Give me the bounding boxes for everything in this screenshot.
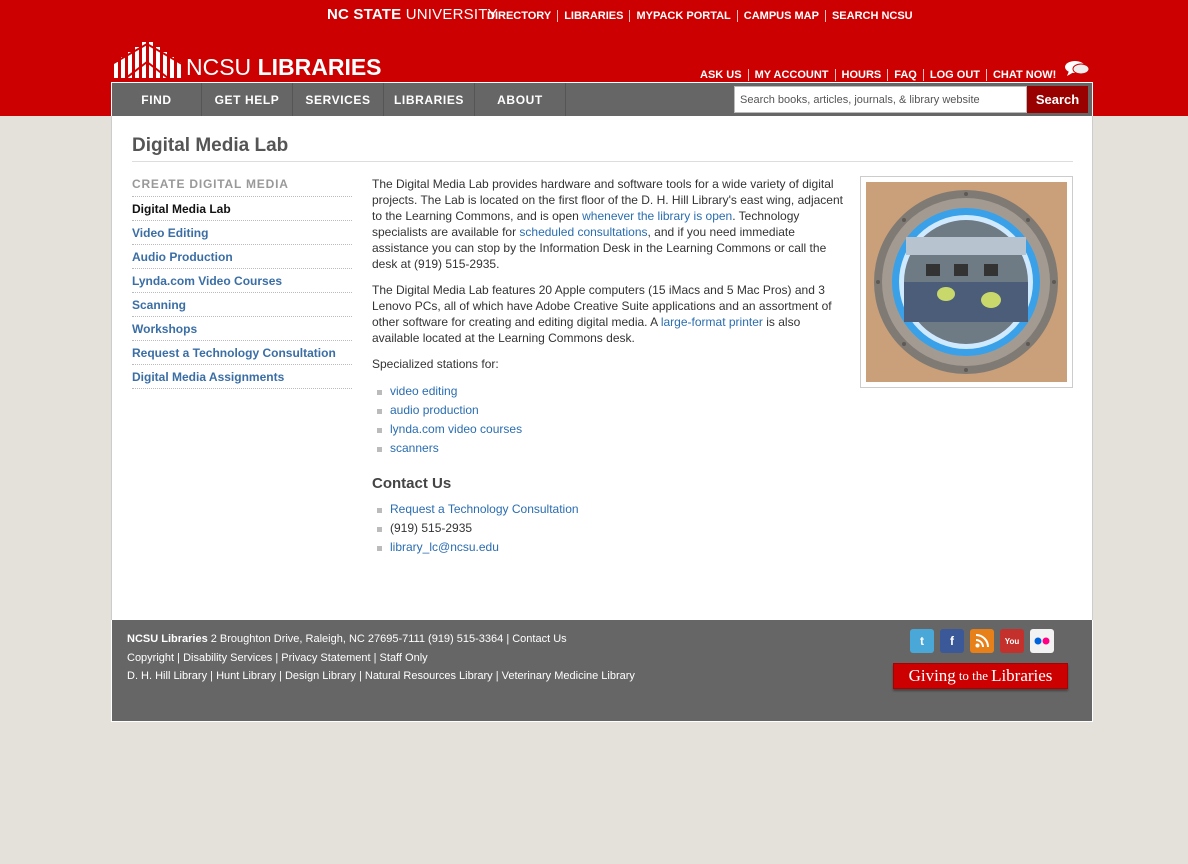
footer-org-name: NCSU Libraries	[127, 633, 208, 645]
stations-intro: Specialized stations for:	[372, 357, 499, 371]
natural-resources-library-link[interactable]: Natural Resources Library	[365, 670, 493, 682]
site-search: Search	[734, 86, 1088, 113]
log-out-link[interactable]: LOG OUT	[922, 69, 986, 81]
sidebar-item-scanning[interactable]: Scanning	[132, 293, 352, 317]
list-item: library_lc@ncsu.edu	[372, 538, 847, 557]
contact-heading: Contact Us	[372, 475, 452, 492]
list-item: (919) 515-2935	[372, 519, 847, 538]
contact-email-link[interactable]: library_lc@ncsu.edu	[390, 540, 499, 554]
footer-address: NCSU Libraries 2 Broughton Drive, Raleig…	[127, 633, 567, 645]
search-input[interactable]	[734, 86, 1027, 113]
chat-bubble-icon[interactable]	[1064, 60, 1090, 78]
sidebar-item-audio-production[interactable]: Audio Production	[132, 245, 352, 269]
libraries-link[interactable]: LIBRARIES	[557, 10, 629, 22]
footer-contact-link[interactable]: Contact Us	[512, 633, 566, 645]
design-library-link[interactable]: Design Library	[285, 670, 356, 682]
station-scanners-link[interactable]: scanners	[390, 441, 439, 455]
ncsu-libraries-logo[interactable]: NCSU LIBRARIES	[112, 40, 382, 79]
header-bar: NC STATE UNIVERSITY DIRECTORY LIBRARIES …	[0, 0, 1188, 116]
search-ncsu-link[interactable]: SEARCH NCSU	[824, 10, 919, 22]
my-account-link[interactable]: MY ACCOUNT	[747, 69, 835, 81]
copyright-link[interactable]: Copyright	[127, 652, 174, 664]
flickr-icon[interactable]	[1030, 629, 1054, 653]
hunt-library-link[interactable]: Hunt Library	[216, 670, 276, 682]
large-format-printer-link[interactable]: large-format printer	[661, 315, 763, 329]
logo-text: NCSU LIBRARIES	[186, 56, 382, 79]
hours-link[interactable]: HOURS	[834, 69, 888, 81]
sidebar-item-workshops[interactable]: Workshops	[132, 317, 352, 341]
scheduled-consultations-link[interactable]: scheduled consultations	[519, 225, 647, 239]
sidebar-heading: CREATE DIGITAL MEDIA	[132, 177, 352, 197]
faq-link[interactable]: FAQ	[887, 69, 923, 81]
giving-connector: to the	[958, 668, 989, 683]
social-icons: t f You	[910, 629, 1060, 653]
campus-map-link[interactable]: CAMPUS MAP	[736, 10, 825, 22]
rss-icon[interactable]	[970, 629, 994, 653]
facebook-icon[interactable]: f	[940, 629, 964, 653]
nav-tab-libraries[interactable]: LIBRARIES	[384, 83, 475, 116]
sidebar-item-lynda-courses[interactable]: Lynda.com Video Courses	[132, 269, 352, 293]
footer-library-links: D. H. Hill Library | Hunt Library | Desi…	[127, 670, 635, 682]
privacy-statement-link[interactable]: Privacy Statement	[281, 652, 370, 664]
station-audio-production-link[interactable]: audio production	[390, 403, 479, 417]
libraries-logo-icon	[112, 42, 182, 78]
lab-porthole-photo	[860, 176, 1073, 388]
list-item: scanners	[372, 439, 847, 458]
chat-now-link[interactable]: CHAT NOW!	[985, 69, 1062, 81]
main-nav: FIND GET HELP SERVICES LIBRARIES ABOUT S…	[111, 82, 1093, 116]
giving-to-libraries-button[interactable]: Giving to the Libraries	[893, 663, 1068, 689]
contact-list: Request a Technology Consultation (919) …	[372, 500, 847, 557]
intro-paragraph: The Digital Media Lab provides hardware …	[372, 176, 847, 272]
station-video-editing-link[interactable]: video editing	[390, 384, 457, 398]
list-item: lynda.com video courses	[372, 420, 847, 439]
footer-address-text: 2 Broughton Drive, Raleigh, NC 27695-711…	[207, 633, 513, 645]
logo-text-bold: LIBRARIES	[257, 54, 382, 80]
twitter-icon[interactable]: t	[910, 629, 934, 653]
nc-state-wordmark[interactable]: NC STATE UNIVERSITY	[327, 6, 498, 23]
station-lynda-link[interactable]: lynda.com video courses	[390, 422, 522, 436]
sidebar-item-technology-consultation[interactable]: Request a Technology Consultation	[132, 341, 352, 365]
nav-tab-find[interactable]: FIND	[112, 83, 202, 116]
brand-bold: NC STATE	[327, 6, 402, 23]
sidebar-item-video-editing[interactable]: Video Editing	[132, 221, 352, 245]
veterinary-medicine-library-link[interactable]: Veterinary Medicine Library	[502, 670, 635, 682]
sidebar-item-digital-media-assignments[interactable]: Digital Media Assignments	[132, 365, 352, 389]
giving-word: Giving	[908, 666, 956, 685]
list-item: audio production	[372, 401, 847, 420]
footer-policy-links: Copyright | Disability Services | Privac…	[127, 652, 428, 664]
search-button[interactable]: Search	[1027, 86, 1088, 113]
contact-phone: (919) 515-2935	[390, 521, 473, 535]
list-item: Request a Technology Consultation	[372, 500, 847, 519]
disability-services-link[interactable]: Disability Services	[183, 652, 272, 664]
youtube-icon[interactable]: You	[1000, 629, 1024, 653]
equipment-paragraph: The Digital Media Lab features 20 Apple …	[372, 282, 847, 346]
contact-consultation-link[interactable]: Request a Technology Consultation	[390, 502, 579, 516]
list-item: video editing	[372, 382, 847, 401]
nav-tab-get-help[interactable]: GET HELP	[202, 83, 293, 116]
giving-libraries-word: Libraries	[991, 666, 1053, 685]
stations-list: video editing audio production lynda.com…	[372, 382, 847, 458]
dh-hill-library-link[interactable]: D. H. Hill Library	[127, 670, 207, 682]
library-hours-link[interactable]: whenever the library is open	[582, 209, 732, 223]
article-body: The Digital Media Lab provides hardware …	[372, 176, 847, 557]
lab-photo-image	[866, 182, 1067, 382]
nav-tab-services[interactable]: SERVICES	[293, 83, 384, 116]
logo-text-light: NCSU	[186, 54, 258, 80]
page-title: Digital Media Lab	[132, 135, 1073, 162]
ask-us-link[interactable]: ASK US	[694, 69, 748, 81]
directory-link[interactable]: DIRECTORY	[481, 10, 557, 22]
sidebar: CREATE DIGITAL MEDIA Digital Media Lab V…	[132, 177, 352, 389]
footer: NCSU Libraries 2 Broughton Drive, Raleig…	[111, 620, 1093, 722]
mypack-portal-link[interactable]: MYPACK PORTAL	[629, 10, 736, 22]
staff-only-link[interactable]: Staff Only	[380, 652, 428, 664]
university-links: DIRECTORY LIBRARIES MYPACK PORTAL CAMPUS…	[481, 10, 919, 22]
main-content: Digital Media Lab CREATE DIGITAL MEDIA D…	[111, 116, 1093, 620]
nav-tab-about[interactable]: ABOUT	[475, 83, 566, 116]
sidebar-item-digital-media-lab[interactable]: Digital Media Lab	[132, 197, 352, 221]
